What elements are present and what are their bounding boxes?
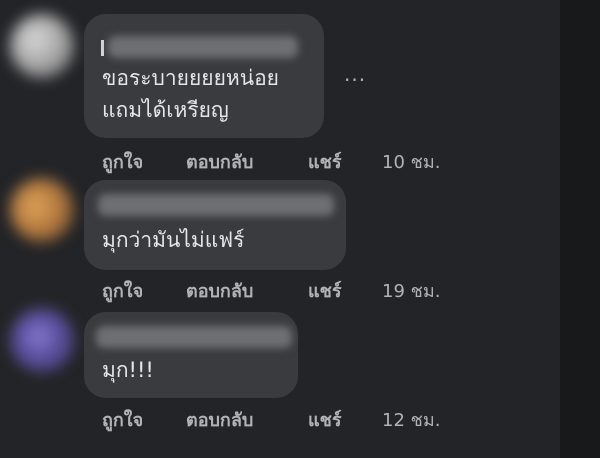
timestamp[interactable]: 10 ชม. <box>382 147 440 176</box>
share-button[interactable]: แชร์ <box>308 147 342 176</box>
comment-text: ขอระบายยยยหน่อย แถมได้เหรียญ <box>102 66 279 122</box>
comment-bubble: ขอระบายยยยหน่อย แถมได้เหรียญ <box>84 14 324 138</box>
comment-text: มุก!!! <box>102 358 154 382</box>
reply-button[interactable]: ตอบกลับ <box>186 276 253 305</box>
commenter-name-redacted[interactable] <box>98 194 334 216</box>
like-button[interactable]: ถูกใจ <box>102 405 143 434</box>
timestamp[interactable]: 19 ชม. <box>382 276 440 305</box>
commenter-name-cursor <box>101 40 104 56</box>
share-button[interactable]: แชร์ <box>308 405 342 434</box>
avatar[interactable] <box>10 308 74 372</box>
avatar[interactable] <box>10 178 74 242</box>
comments-panel: ขอระบายยยยหน่อย แถมได้เหรียญ ... ถูกใจ ต… <box>0 0 560 458</box>
share-button[interactable]: แชร์ <box>308 276 342 305</box>
reply-button[interactable]: ตอบกลับ <box>186 405 253 434</box>
timestamp[interactable]: 12 ชม. <box>382 405 440 434</box>
commenter-name-redacted[interactable] <box>96 326 292 348</box>
comment-bubble: มุก!!! <box>84 312 298 398</box>
more-options-icon[interactable]: ... <box>344 62 366 86</box>
commenter-name-redacted[interactable] <box>108 36 298 58</box>
like-button[interactable]: ถูกใจ <box>102 147 143 176</box>
avatar[interactable] <box>10 14 74 78</box>
reply-button[interactable]: ตอบกลับ <box>186 147 253 176</box>
comment-bubble: มุกว่ามันไม่แฟร์ <box>84 180 346 270</box>
comment-text: มุกว่ามันไม่แฟร์ <box>102 228 245 252</box>
like-button[interactable]: ถูกใจ <box>102 276 143 305</box>
